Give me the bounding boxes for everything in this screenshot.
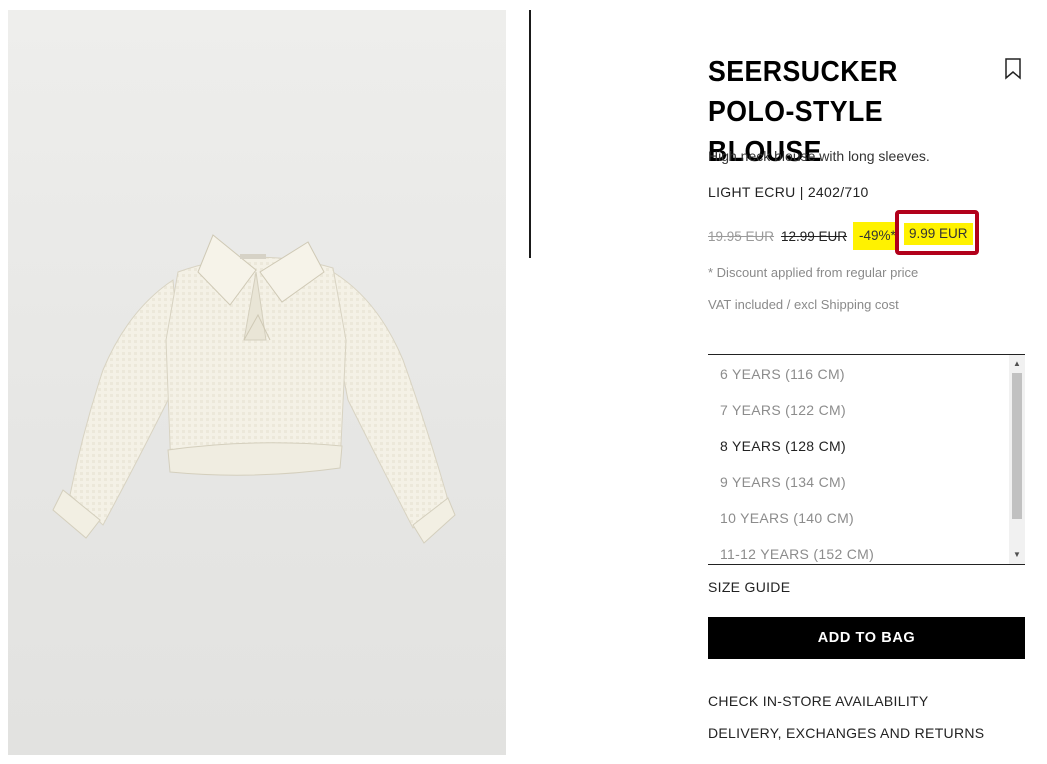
scroll-down-icon[interactable]: ▼ [1009,548,1025,562]
size-option[interactable]: 6 YEARS (116 CM) [720,366,845,382]
size-option[interactable]: 7 YEARS (122 CM) [720,402,846,418]
size-option[interactable]: 9 YEARS (134 CM) [720,474,846,490]
size-list-scrollbar[interactable]: ▲ ▼ [1009,355,1025,564]
discount-note: * Discount applied from regular price [708,265,919,280]
previous-price: 12.99 EUR [781,229,848,244]
blouse-illustration [52,234,456,544]
scroll-up-icon[interactable]: ▲ [1009,357,1025,371]
check-store-availability-link[interactable]: CHECK IN-STORE AVAILABILITY [708,693,929,709]
size-selector[interactable]: 6 YEARS (116 CM) 7 YEARS (122 CM) 8 YEAR… [708,354,1025,565]
size-option[interactable]: 10 YEARS (140 CM) [720,510,854,526]
size-option[interactable]: 8 YEARS (128 CM) [720,438,846,454]
current-price: 9.99 EUR [904,223,973,245]
product-description: High neck blouse with long sleeves. [708,148,930,164]
add-to-bag-button[interactable]: ADD TO BAG [708,617,1025,659]
delivery-returns-link[interactable]: DELIVERY, EXCHANGES AND RETURNS [708,725,984,741]
size-guide-link[interactable]: SIZE GUIDE [708,579,790,595]
vat-note: VAT included / excl Shipping cost [708,297,899,312]
bookmark-icon[interactable] [1004,58,1022,80]
product-image [8,10,506,755]
color-reference: LIGHT ECRU | 2402/710 [708,184,869,200]
price-highlight-box: 9.99 EUR [895,210,979,255]
scroll-thumb[interactable] [1012,373,1022,519]
original-price: 19.95 EUR [708,229,775,244]
vertical-divider [529,10,531,258]
size-option[interactable]: 11-12 YEARS (152 CM) [720,546,874,562]
